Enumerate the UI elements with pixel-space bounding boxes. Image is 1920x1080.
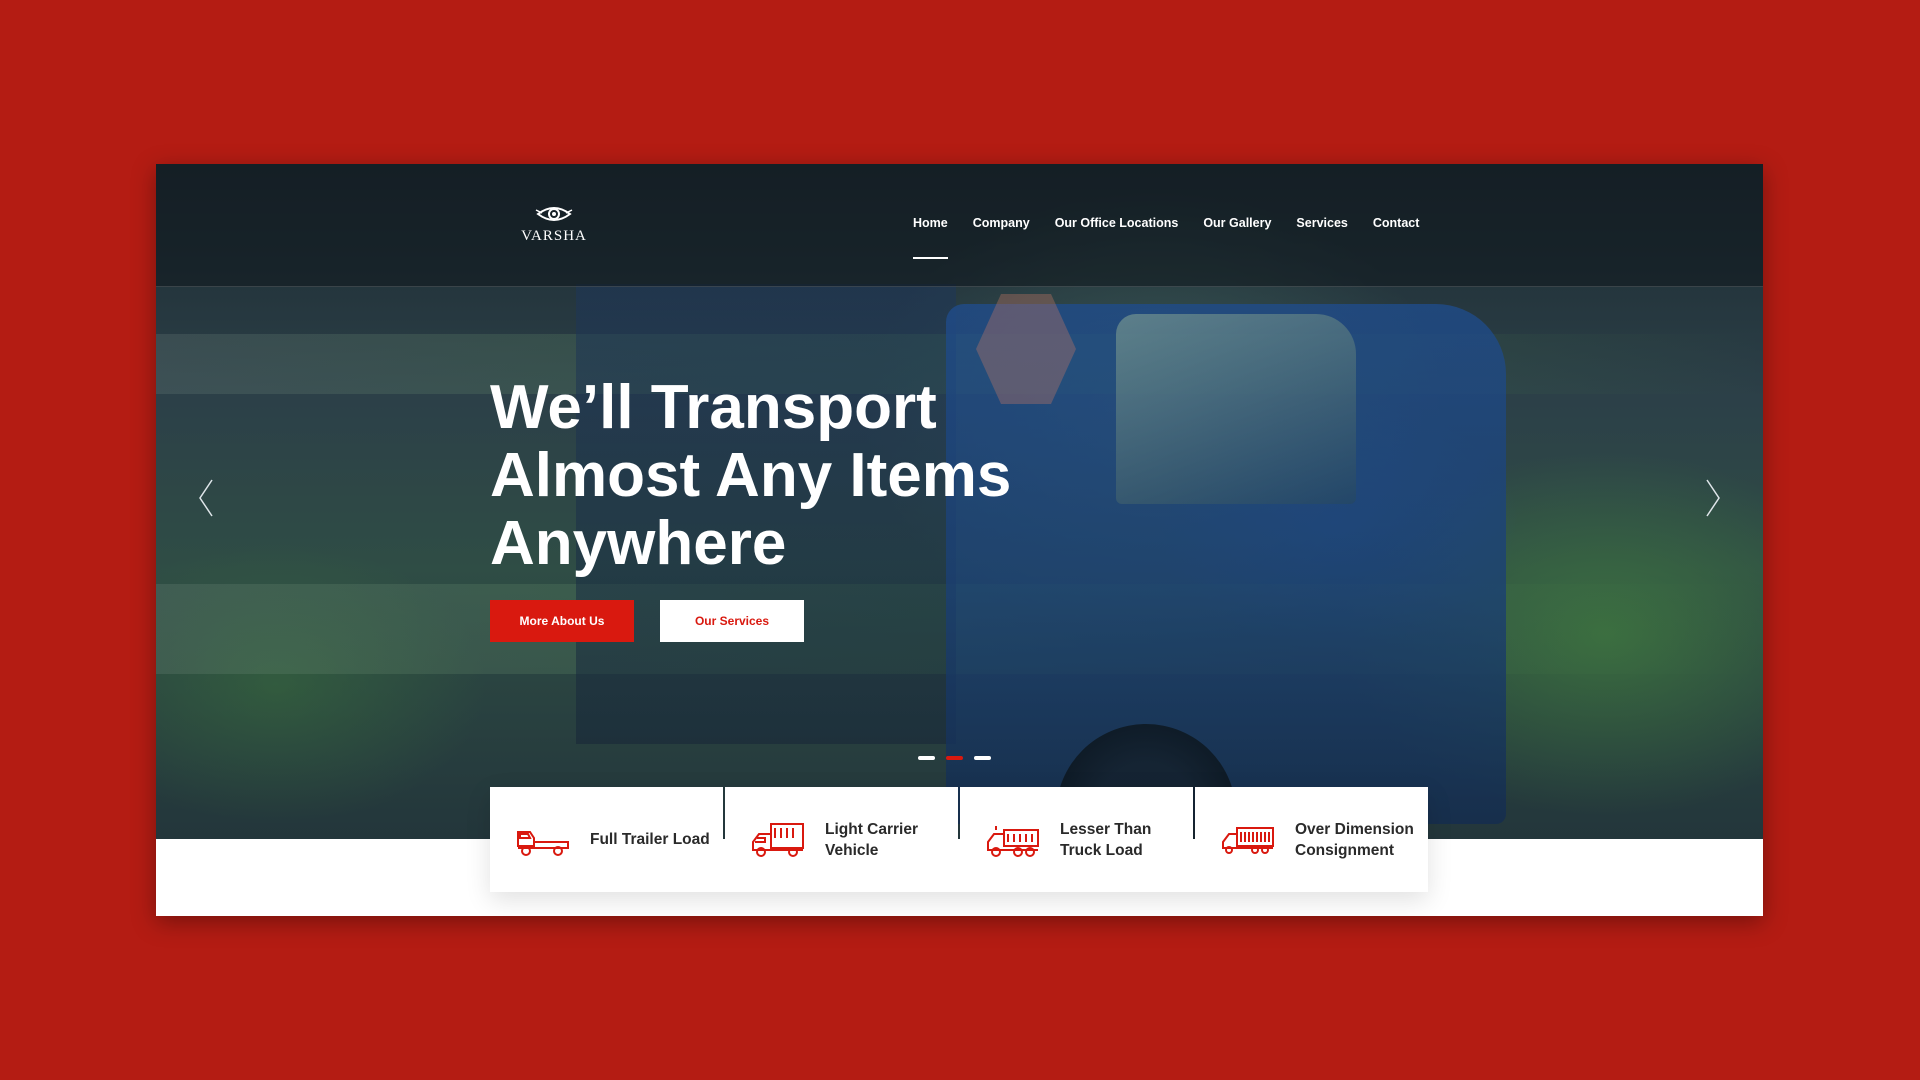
nav-office-locations[interactable]: Our Office Locations (1055, 216, 1179, 230)
hero-title: We’ll Transport Almost Any Items Anywher… (490, 374, 1190, 578)
eye-logo-icon (535, 207, 573, 221)
box-truck-icon (752, 822, 804, 857)
slide-dot-2[interactable] (946, 756, 963, 760)
site-header: VARSHA Home Company Our Office Locations… (156, 164, 1763, 287)
chevron-left-icon (199, 479, 213, 517)
service-cards: Full Trailer Load Light Carrier Vehicle (490, 787, 1428, 892)
slider-prev-arrow[interactable] (194, 476, 218, 520)
service-card-label: Over Dimension Consignment (1295, 820, 1414, 859)
hero-section: VARSHA Home Company Our Office Locations… (156, 164, 1763, 839)
slide-dot-1[interactable] (918, 756, 935, 760)
chevron-right-icon (1706, 479, 1720, 517)
nav-contact[interactable]: Contact (1373, 216, 1420, 230)
service-card-label: Light Carrier Vehicle (825, 820, 919, 859)
dump-truck-icon (987, 825, 1039, 857)
cargo-trailer-icon (1222, 826, 1274, 854)
nav-company[interactable]: Company (973, 216, 1030, 230)
service-card-light-carrier-vehicle[interactable]: Light Carrier Vehicle (725, 787, 958, 892)
nav-home[interactable]: Home (913, 216, 948, 259)
slider-next-arrow[interactable] (1701, 476, 1725, 520)
slider-pagination (918, 756, 991, 760)
flatbed-truck-icon (517, 830, 569, 856)
brand-logo[interactable]: VARSHA (519, 204, 589, 250)
service-card-over-dimension-consignment[interactable]: Over Dimension Consignment (1195, 787, 1428, 892)
slide-dot-3[interactable] (974, 756, 991, 760)
service-card-label: Full Trailer Load (590, 831, 710, 848)
our-services-button[interactable]: Our Services (660, 600, 804, 642)
hero-title-line: Anywhere (490, 509, 787, 578)
nav-gallery[interactable]: Our Gallery (1203, 216, 1271, 230)
service-card-full-trailer-load[interactable]: Full Trailer Load (490, 787, 723, 892)
main-nav: Home Company Our Office Locations Our Ga… (913, 216, 1444, 259)
hero-title-line: We’ll Transport (490, 373, 937, 442)
more-about-us-button[interactable]: More About Us (490, 600, 634, 642)
service-card-label: Lesser Than Truck Load (1060, 820, 1152, 859)
hero-title-line: Almost Any Items (490, 441, 1012, 510)
brand-name: VARSHA (521, 228, 587, 244)
browser-page: VARSHA Home Company Our Office Locations… (156, 164, 1763, 916)
service-card-lesser-than-truck-load[interactable]: Lesser Than Truck Load (960, 787, 1193, 892)
nav-services[interactable]: Services (1296, 216, 1347, 230)
